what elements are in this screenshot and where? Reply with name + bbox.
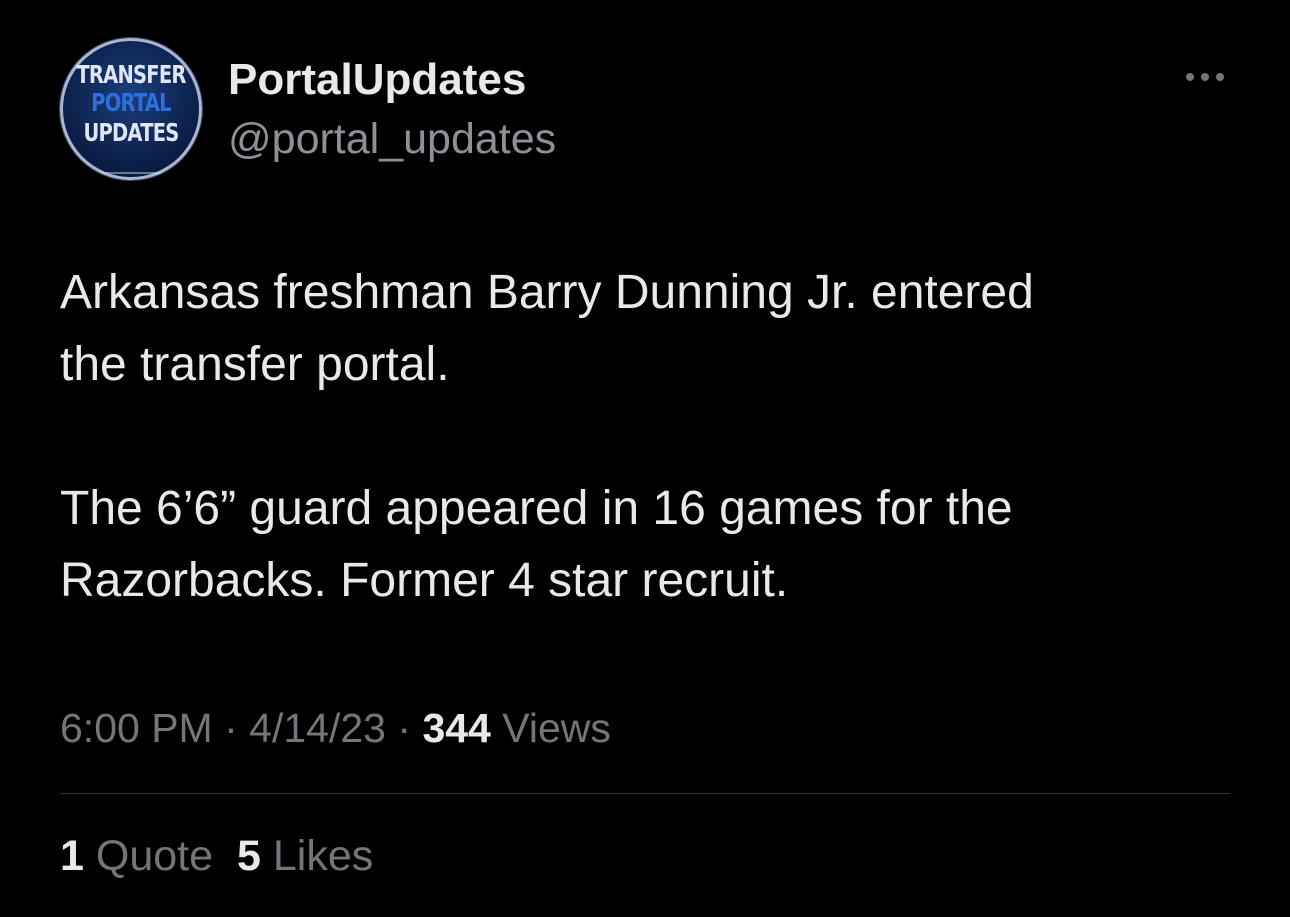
tweet-meta: 6:00 PM · 4/14/23 · 344 Views [60, 700, 611, 756]
author-display-name[interactable]: PortalUpdates [228, 54, 526, 106]
meta-separator: · [224, 705, 238, 751]
more-horizontal-icon-dot [1201, 73, 1209, 81]
tweet-paragraph: The 6’6” guard appeared in 16 games for … [60, 482, 1013, 607]
author-handle[interactable]: @portal_updates [228, 113, 556, 165]
avatar-logo-swoosh [66, 142, 196, 174]
meta-separator: · [397, 705, 412, 751]
likes-stat[interactable]: 5 Likes [237, 832, 373, 880]
tweet-time[interactable]: 6:00 PM [60, 705, 213, 751]
likes-count: 5 [237, 832, 261, 880]
tweet-date[interactable]: 4/14/23 [249, 705, 386, 751]
views-count[interactable]: 344 [422, 705, 490, 751]
tweet-paragraph: Arkansas freshman Barry Dunning Jr. ente… [60, 266, 1034, 391]
tweet-text: Arkansas freshman Barry Dunning Jr. ente… [60, 257, 1230, 617]
avatar[interactable]: TRANSFER PORTAL UPDATES [60, 38, 202, 180]
engagement-stats: 1 Quote 5 Likes [60, 828, 373, 884]
more-horizontal-icon [1186, 73, 1194, 81]
more-horizontal-icon-dot [1216, 73, 1224, 81]
avatar-logo-text-line-2: PORTAL [91, 88, 171, 117]
more-options-button[interactable] [1175, 60, 1235, 94]
quotes-stat[interactable]: 1 Quote [60, 832, 213, 880]
divider [60, 793, 1230, 794]
views-label[interactable]: Views [502, 705, 611, 751]
likes-label: Likes [272, 832, 374, 880]
avatar-logo-text-line-1: TRANSFER [76, 60, 186, 89]
quotes-count: 1 [60, 832, 84, 880]
quotes-label: Quote [95, 832, 214, 880]
tweet-detail: TRANSFER PORTAL UPDATES PortalUpdates @p… [0, 0, 1290, 917]
